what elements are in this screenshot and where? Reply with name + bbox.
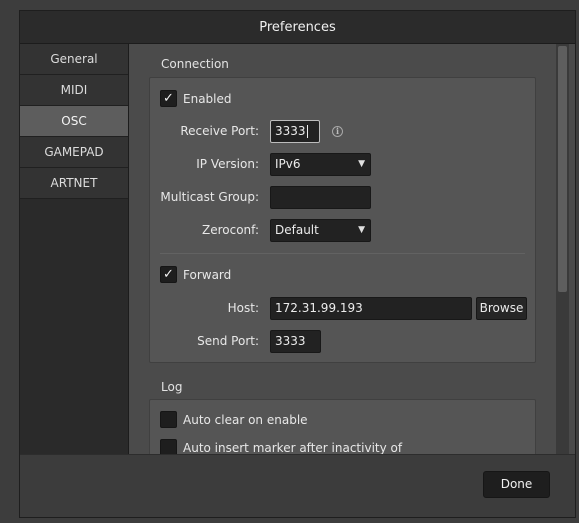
browse-button[interactable]: Browse — [476, 297, 527, 320]
done-button[interactable]: Done — [483, 471, 550, 498]
zeroconf-label: Zeroconf: — [202, 223, 259, 237]
ip-version-label: IP Version: — [196, 157, 259, 171]
send-port-label: Send Port: — [197, 334, 259, 348]
multicast-group-input[interactable] — [270, 186, 371, 209]
enabled-label: Enabled — [183, 92, 232, 106]
log-group: Auto clear on enable Auto insert marker … — [149, 399, 536, 454]
sidebar-item-midi[interactable]: MIDI — [20, 75, 128, 106]
enabled-checkbox[interactable]: ✓ — [160, 90, 177, 107]
chevron-down-icon: ▼ — [358, 159, 365, 169]
auto-clear-checkbox[interactable] — [160, 411, 177, 428]
forward-checkbox[interactable]: ✓ — [160, 266, 177, 283]
sidebar-item-osc[interactable]: OSC — [20, 106, 128, 137]
multicast-group-label: Multicast Group: — [160, 190, 259, 204]
zeroconf-select[interactable]: Default ▼ — [270, 219, 371, 242]
ip-version-value: IPv6 — [275, 157, 301, 171]
sidebar-item-gamepad[interactable]: GAMEPAD — [20, 137, 128, 168]
window-title: Preferences — [20, 11, 575, 44]
forward-label: Forward — [183, 268, 232, 282]
scrollbar[interactable] — [556, 44, 569, 454]
receive-port-value: 3333 — [275, 124, 306, 138]
log-section-title: Log — [161, 380, 183, 394]
connection-section-title: Connection — [161, 57, 229, 71]
sidebar: General MIDI OSC GAMEPAD ARTNET — [20, 44, 129, 454]
host-input[interactable]: 172.31.99.193 — [270, 297, 472, 320]
connection-group: ✓ Enabled Receive Port: 3333 i IP Versio… — [149, 77, 536, 363]
receive-port-input[interactable]: 3333 — [270, 120, 320, 143]
send-port-input[interactable]: 3333 — [270, 330, 321, 353]
scrollbar-thumb[interactable] — [558, 46, 567, 292]
zeroconf-value: Default — [275, 223, 319, 237]
checkmark-icon: ✓ — [163, 91, 174, 106]
divider — [160, 253, 525, 254]
text-caret — [306, 125, 308, 138]
chevron-down-icon: ▼ — [358, 225, 365, 235]
info-icon[interactable]: i — [332, 126, 343, 137]
sidebar-item-general[interactable]: General — [20, 44, 128, 75]
auto-insert-checkbox[interactable] — [160, 439, 177, 454]
host-label: Host: — [227, 301, 259, 315]
sidebar-item-artnet[interactable]: ARTNET — [20, 168, 128, 199]
receive-port-label: Receive Port: — [180, 124, 259, 138]
checkmark-icon: ✓ — [163, 267, 174, 282]
auto-clear-label: Auto clear on enable — [183, 413, 308, 427]
preferences-dialog: Preferences General MIDI OSC GAMEPAD ART… — [19, 10, 576, 518]
ip-version-select[interactable]: IPv6 ▼ — [270, 153, 371, 176]
auto-insert-label: Auto insert marker after inactivity of — [183, 441, 403, 454]
settings-panel: Connection ✓ Enabled Receive Port: 3333 … — [129, 44, 565, 454]
